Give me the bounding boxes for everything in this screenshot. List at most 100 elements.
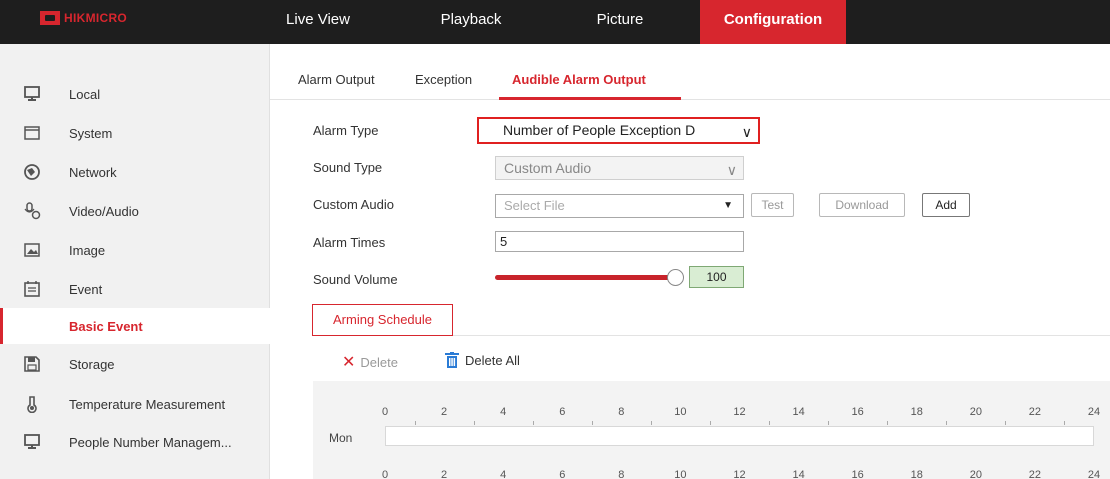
nav-picture[interactable]: Picture <box>575 0 665 44</box>
hour-tick-label: 6 <box>559 406 566 418</box>
hour-tick-label: 16 <box>851 406 864 418</box>
nav-playback[interactable]: Playback <box>425 0 517 44</box>
hour-tick-label: 0 <box>381 406 389 418</box>
hour-tick-label: 10 <box>674 469 687 479</box>
delete-all-button[interactable]: Delete All <box>445 352 520 368</box>
sidebar-item-temperature-measurement[interactable]: Temperature Measurement <box>0 386 270 422</box>
sidebar-item-system[interactable]: System <box>0 115 270 151</box>
hour-tick-label: 2 <box>441 406 448 418</box>
tab-exception[interactable]: Exception <box>415 72 472 87</box>
chevron-down-icon: ∨ <box>726 162 737 178</box>
hour-tick-mark <box>946 421 948 425</box>
nav-configuration[interactable]: Configuration <box>700 0 846 44</box>
add-button[interactable]: Add <box>922 193 970 217</box>
test-button[interactable]: Test <box>751 193 794 217</box>
schedule-day-label: Mon <box>329 431 353 445</box>
hour-tick-mark <box>591 421 593 425</box>
brand-logo: HIKMICRO <box>40 9 127 27</box>
tab-audible-alarm-output[interactable]: Audible Alarm Output <box>512 72 646 87</box>
sidebar-item-network[interactable]: Network <box>0 154 270 190</box>
sidebar-item-basic-event[interactable]: Basic Event <box>0 308 270 344</box>
alarm-times-label: Alarm Times <box>313 235 386 250</box>
thermometer-icon <box>27 396 37 413</box>
monitor-icon <box>24 434 40 449</box>
sound-type-label: Sound Type <box>313 160 383 175</box>
dropdown-arrow-icon: ▼ <box>723 200 733 211</box>
hour-tick-label: 20 <box>969 469 982 479</box>
top-nav-bar: HIKMICRO Live View Playback Picture Conf… <box>0 0 1110 44</box>
delete-all-label: Delete All <box>465 352 520 368</box>
hour-tick-mark <box>650 421 652 425</box>
hour-tick-label: 8 <box>618 469 625 479</box>
sound-type-select[interactable]: Custom Audio ∨ <box>495 156 744 180</box>
sidebar: Local System Network Video/Audio Image E… <box>0 44 270 479</box>
hour-tick-label: 8 <box>618 406 625 418</box>
hour-tick-mark <box>1005 421 1007 425</box>
sidebar-item-label: System <box>69 125 113 141</box>
alarm-times-input[interactable]: 5 <box>495 231 744 252</box>
hour-tick-label: 2 <box>441 469 448 479</box>
close-icon: ✕ <box>342 354 356 371</box>
hour-tick-label: 16 <box>851 469 864 479</box>
hour-tick-label: 18 <box>910 406 923 418</box>
hour-tick-label: 18 <box>910 469 923 479</box>
floppy-icon <box>24 356 40 372</box>
hour-tick-label: 10 <box>674 406 687 418</box>
alarm-type-label: Alarm Type <box>313 123 379 138</box>
hour-tick-label: 24 <box>1087 406 1101 418</box>
sidebar-item-event[interactable]: Event <box>0 271 270 307</box>
custom-audio-label: Custom Audio <box>313 197 394 212</box>
delete-button[interactable]: ✕ Delete <box>342 352 398 372</box>
trash-icon <box>445 352 459 368</box>
alarm-type-select[interactable]: Number of People Exception D ∨ <box>477 117 760 144</box>
image-icon <box>24 243 40 257</box>
sidebar-item-label: Temperature Measurement <box>69 396 226 412</box>
sound-volume-value: 100 <box>689 266 744 288</box>
hour-tick-mark <box>769 421 771 425</box>
sidebar-item-label: Basic Event <box>69 318 143 334</box>
system-icon <box>24 126 40 140</box>
hour-tick-mark <box>887 421 889 425</box>
hour-tick-label: 22 <box>1028 406 1042 418</box>
hour-tick-label: 14 <box>792 406 805 418</box>
chevron-down-icon: ∨ <box>741 124 752 140</box>
sidebar-item-label: Network <box>69 164 117 180</box>
hour-tick-label: 0 <box>381 469 389 479</box>
hour-tick-label: 22 <box>1028 469 1042 479</box>
delete-label: Delete <box>360 355 398 370</box>
hour-tick-mark <box>709 421 711 425</box>
sidebar-item-label: Event <box>69 281 103 297</box>
sidebar-item-label: Video/Audio <box>69 203 139 219</box>
globe-icon <box>24 164 40 180</box>
hour-tick-label: 14 <box>792 469 805 479</box>
sound-volume-label: Sound Volume <box>313 272 398 287</box>
hour-tick-label: 4 <box>500 406 507 418</box>
sidebar-item-image[interactable]: Image <box>0 232 270 268</box>
select-file-placeholder: Select File <box>504 198 565 213</box>
video-audio-icon <box>24 202 41 220</box>
hour-tick-label: 12 <box>733 469 746 479</box>
hour-tick-label: 4 <box>500 469 507 479</box>
sidebar-item-storage[interactable]: Storage <box>0 346 270 382</box>
slider-handle[interactable] <box>667 269 684 286</box>
sidebar-item-local[interactable]: Local <box>0 76 270 112</box>
custom-audio-select[interactable]: Select File ▼ <box>495 194 744 218</box>
hour-tick-mark <box>414 421 416 425</box>
hour-tick-label: 6 <box>559 469 566 479</box>
download-button[interactable]: Download <box>819 193 905 217</box>
sound-volume-slider[interactable] <box>495 275 673 280</box>
hour-tick-mark <box>1064 421 1066 425</box>
hour-tick-label: 12 <box>733 406 746 418</box>
tab-alarm-output[interactable]: Alarm Output <box>298 72 375 87</box>
calendar-icon <box>24 281 40 297</box>
hour-tick-mark <box>473 421 475 425</box>
sidebar-item-label: Storage <box>69 356 115 372</box>
tab-bar: Alarm Output Exception Audible Alarm Out… <box>270 44 1110 100</box>
sidebar-item-video-audio[interactable]: Video/Audio <box>0 193 270 229</box>
logo-icon <box>40 11 60 25</box>
sidebar-item-people-number-management[interactable]: People Number Managem... <box>0 424 270 460</box>
nav-live-view[interactable]: Live View <box>270 0 366 44</box>
arming-schedule-tab[interactable]: Arming Schedule <box>312 304 453 336</box>
hour-tick-label: 20 <box>969 406 982 418</box>
schedule-day-bar[interactable] <box>385 426 1094 446</box>
